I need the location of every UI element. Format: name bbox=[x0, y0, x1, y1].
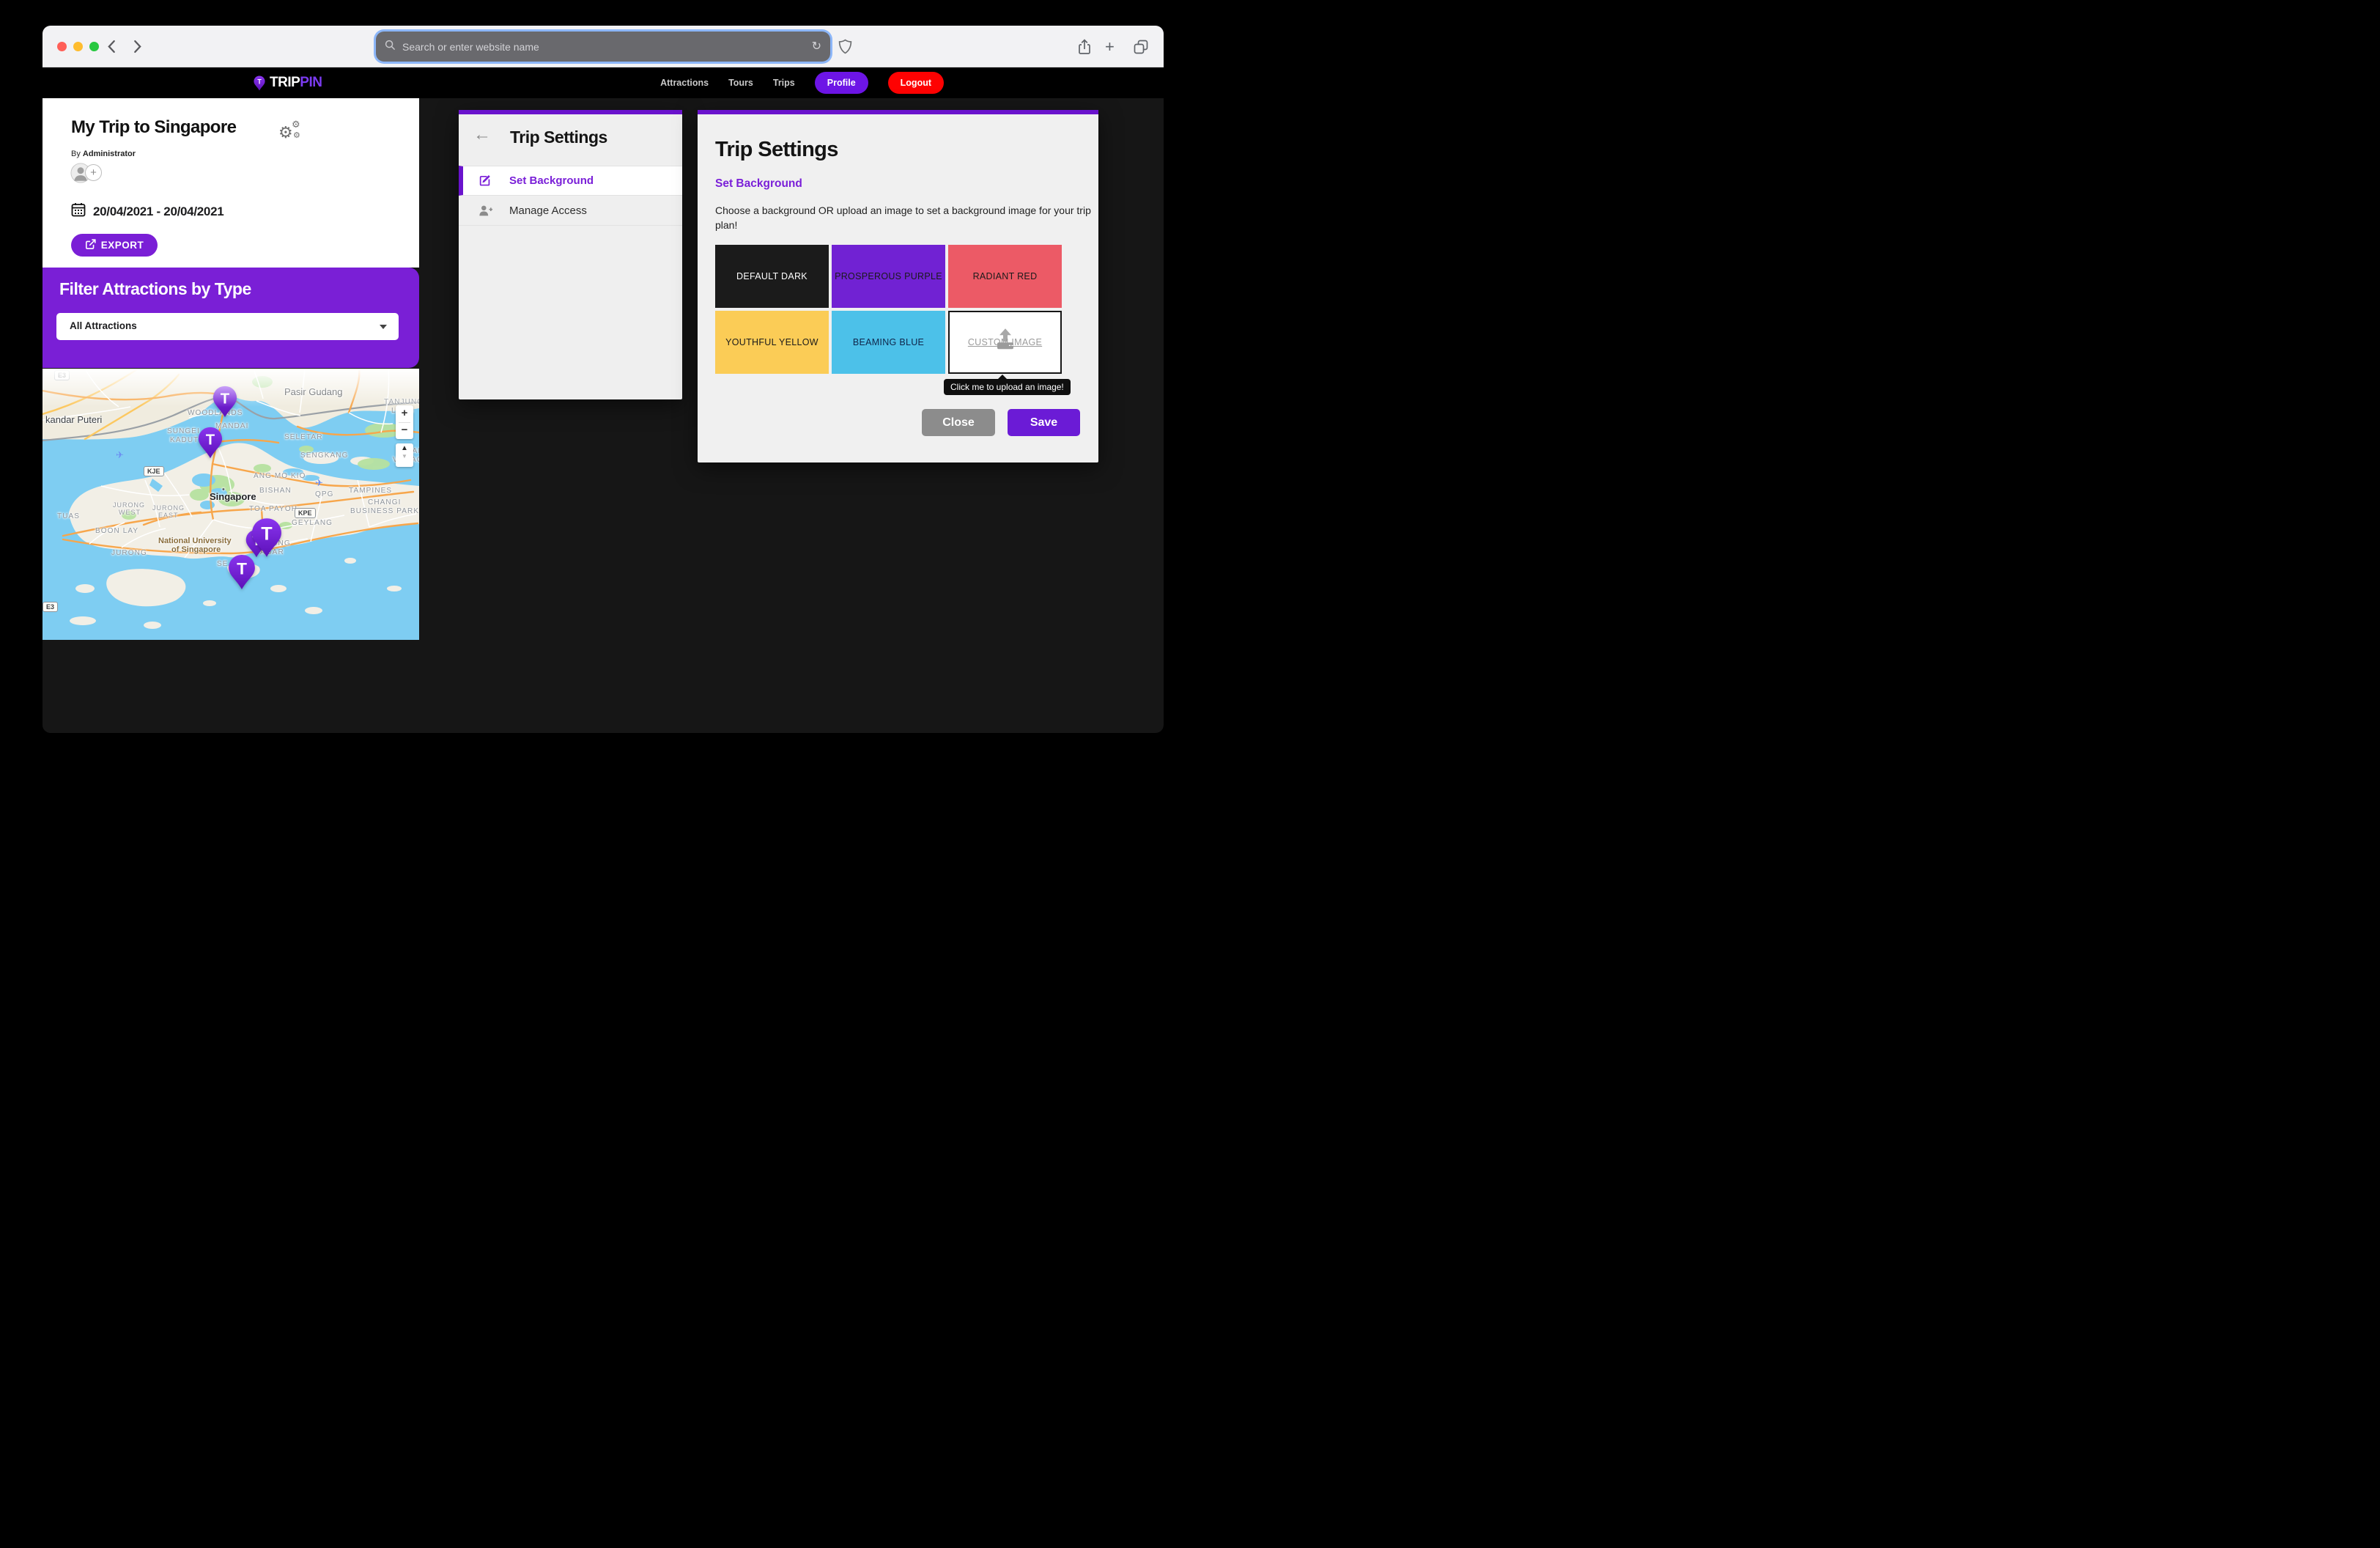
map-pin[interactable]: T bbox=[198, 427, 223, 462]
swatch-label: YOUTHFUL YELLOW bbox=[725, 337, 818, 347]
settings-menu-item-label: Manage Access bbox=[509, 204, 587, 217]
swatch-label: BEAMING BLUE bbox=[853, 337, 924, 347]
add-member-button[interactable]: + bbox=[85, 164, 102, 181]
export-button[interactable]: EXPORT bbox=[71, 234, 158, 257]
filter-title: Filter Attractions by Type bbox=[59, 279, 251, 299]
swatch-label: PROSPEROUS PURPLE bbox=[835, 271, 942, 281]
map-pin[interactable]: T bbox=[228, 554, 256, 594]
svg-text:T: T bbox=[261, 523, 273, 544]
svg-text:T: T bbox=[206, 432, 215, 449]
trip-author: By Administrator bbox=[71, 150, 136, 158]
url-input[interactable] bbox=[401, 40, 812, 54]
map-canvas[interactable]: E3Pasir GudangTANJUNGLANGWOODLANDSkandar… bbox=[42, 369, 419, 640]
svg-text:T: T bbox=[221, 391, 230, 408]
shield-icon bbox=[838, 39, 852, 58]
swatch-label: CUSTOM IMAGE bbox=[968, 337, 1042, 347]
tabs-overview-icon[interactable] bbox=[1133, 39, 1149, 59]
trip-date-range: 20/04/2021 - 20/04/2021 bbox=[93, 204, 223, 219]
filter-panel: Filter Attractions by Type All Attractio… bbox=[42, 268, 419, 368]
brand-pin: PIN bbox=[300, 75, 322, 90]
trip-sidebar: My Trip to Singapore ⚙⚙⚙ By Administrato… bbox=[42, 98, 419, 733]
upload-tooltip: Click me to upload an image! bbox=[944, 379, 1071, 395]
settings-panel-subtitle: Set Background bbox=[715, 177, 802, 191]
window-close-button[interactable] bbox=[57, 42, 67, 51]
close-button[interactable]: Close bbox=[922, 409, 995, 436]
swatch-prosperous-purple[interactable]: PROSPEROUS PURPLE bbox=[832, 245, 945, 308]
brand-trip: TRIP bbox=[270, 75, 300, 90]
app-navbar: T TRIPPIN AttractionsToursTrips Profile … bbox=[42, 67, 1164, 98]
back-arrow-icon[interactable]: ← bbox=[473, 126, 491, 144]
svg-text:T: T bbox=[257, 78, 262, 85]
calendar-icon bbox=[71, 202, 86, 221]
browser-toolbar: ↻ + bbox=[42, 26, 1164, 67]
profile-button[interactable]: Profile bbox=[815, 72, 868, 94]
zoom-out-button[interactable]: − bbox=[396, 422, 413, 439]
trip-settings-gear-icon[interactable]: ⚙⚙⚙ bbox=[278, 120, 308, 145]
pan-down-icon[interactable]: ▼ bbox=[396, 454, 413, 460]
modal-accent-strip bbox=[698, 110, 1098, 114]
window-minimize-button[interactable] bbox=[73, 42, 83, 51]
map-pan-control[interactable]: ▲ ▼ bbox=[396, 443, 413, 467]
trip-title: My Trip to Singapore bbox=[71, 117, 236, 138]
share-icon[interactable] bbox=[1077, 39, 1092, 59]
settings-menu-item-label: Set Background bbox=[509, 174, 594, 187]
swatch-default-dark[interactable]: DEFAULT DARK bbox=[715, 245, 829, 308]
map-zoom-control: + − bbox=[396, 405, 413, 439]
browser-window: ↻ + T bbox=[42, 26, 1164, 733]
trippin-logo[interactable]: T TRIPPIN bbox=[254, 75, 322, 91]
edit-icon bbox=[478, 174, 493, 188]
settings-panel-title: Trip Settings bbox=[715, 138, 838, 162]
nav-link-attractions[interactable]: Attractions bbox=[660, 78, 709, 88]
swatch-youthful-yellow[interactable]: YOUTHFUL YELLOW bbox=[715, 311, 829, 374]
address-bar[interactable]: ↻ bbox=[376, 32, 830, 62]
swatch-label: RADIANT RED bbox=[973, 271, 1038, 281]
new-tab-icon[interactable]: + bbox=[1105, 40, 1115, 54]
settings-menu-item-set-background[interactable]: Set Background bbox=[459, 166, 682, 196]
map-pin[interactable]: T bbox=[251, 517, 282, 561]
reload-icon[interactable]: ↻ bbox=[812, 41, 821, 53]
pan-up-icon[interactable]: ▲ bbox=[396, 443, 413, 454]
map-pin[interactable]: T bbox=[212, 386, 237, 421]
nav-link-tours[interactable]: Tours bbox=[728, 78, 753, 88]
settings-panel-description: Choose a background OR upload an image t… bbox=[715, 204, 1093, 232]
save-button[interactable]: Save bbox=[1008, 409, 1080, 436]
svg-text:T: T bbox=[237, 559, 247, 578]
logo-pin-icon: T bbox=[254, 75, 265, 91]
window-zoom-button[interactable] bbox=[89, 42, 99, 51]
zoom-in-button[interactable]: + bbox=[396, 405, 413, 422]
swatch-beaming-blue[interactable]: BEAMING BLUE bbox=[832, 311, 945, 374]
user-plus-icon bbox=[478, 204, 493, 218]
back-icon[interactable] bbox=[107, 40, 116, 54]
chevron-down-icon bbox=[380, 325, 387, 329]
trip-settings-menu-modal: ← Trip Settings Set Background Manage Acc… bbox=[459, 110, 682, 399]
select-value: All Attractions bbox=[70, 320, 137, 331]
attraction-type-select[interactable]: All Attractions bbox=[56, 313, 399, 340]
forward-icon[interactable] bbox=[133, 40, 142, 54]
nav-link-trips[interactable]: Trips bbox=[773, 78, 795, 88]
logout-button[interactable]: Logout bbox=[888, 72, 944, 94]
search-icon bbox=[385, 40, 396, 54]
settings-menu-title: Trip Settings bbox=[510, 128, 607, 147]
desktop-backdrop: ↻ + T bbox=[0, 0, 1190, 774]
swatch-radiant-red[interactable]: RADIANT RED bbox=[948, 245, 1062, 308]
trip-settings-panel-modal: Trip Settings Set Background Choose a ba… bbox=[698, 110, 1098, 462]
export-icon bbox=[85, 238, 97, 252]
swatch-label: DEFAULT DARK bbox=[736, 271, 808, 281]
modal-accent-strip bbox=[459, 110, 682, 114]
settings-menu-item-manage-access[interactable]: Manage Access bbox=[459, 196, 682, 226]
trip-header-card: My Trip to Singapore ⚙⚙⚙ By Administrato… bbox=[42, 98, 419, 268]
swatch-custom-image[interactable]: CUSTOM IMAGE bbox=[948, 311, 1062, 374]
